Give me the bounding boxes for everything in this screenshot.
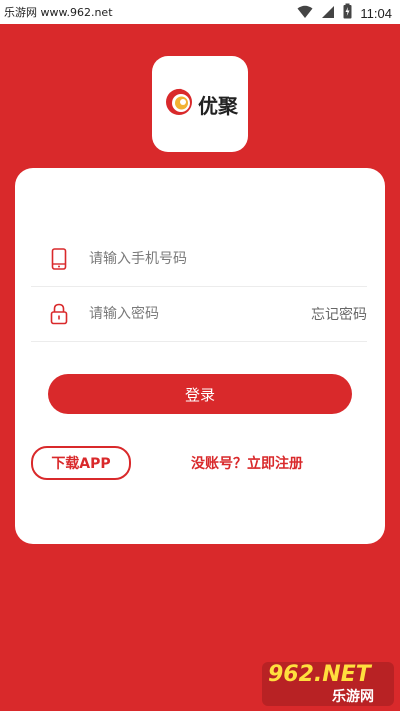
login-button[interactable]: 登录	[48, 374, 352, 414]
download-app-button[interactable]: 下载APP	[31, 446, 131, 480]
signal-icon	[321, 4, 335, 23]
password-input[interactable]	[87, 305, 281, 323]
app-logo: 优聚	[152, 56, 248, 152]
logo-text: 优聚	[198, 93, 238, 118]
login-card: 忘记密码 登录 下载APP 没账号？立即注册	[15, 168, 385, 544]
watermark-top-text: 962.NET	[268, 662, 371, 687]
lock-icon	[47, 302, 71, 326]
logo-emblem-icon	[162, 85, 196, 123]
status-bar-icons: 11:04	[297, 3, 392, 23]
phone-field-row	[31, 232, 367, 287]
status-bar-label: 乐游网 www.962.net	[4, 6, 113, 19]
wifi-icon	[297, 4, 313, 23]
watermark-bottom-text: 乐游网	[332, 689, 374, 705]
site-watermark: 962.NET 乐游网	[262, 662, 394, 706]
status-time: 11:04	[360, 5, 392, 21]
battery-charging-icon	[343, 3, 352, 23]
register-link[interactable]: 没账号？立即注册	[191, 453, 303, 473]
password-field-row: 忘记密码	[31, 287, 367, 342]
status-bar: 乐游网 www.962.net 11:04	[0, 0, 400, 24]
forgot-password-link[interactable]: 忘记密码	[311, 304, 367, 324]
phone-input[interactable]	[87, 250, 281, 268]
phone-icon	[47, 247, 71, 271]
